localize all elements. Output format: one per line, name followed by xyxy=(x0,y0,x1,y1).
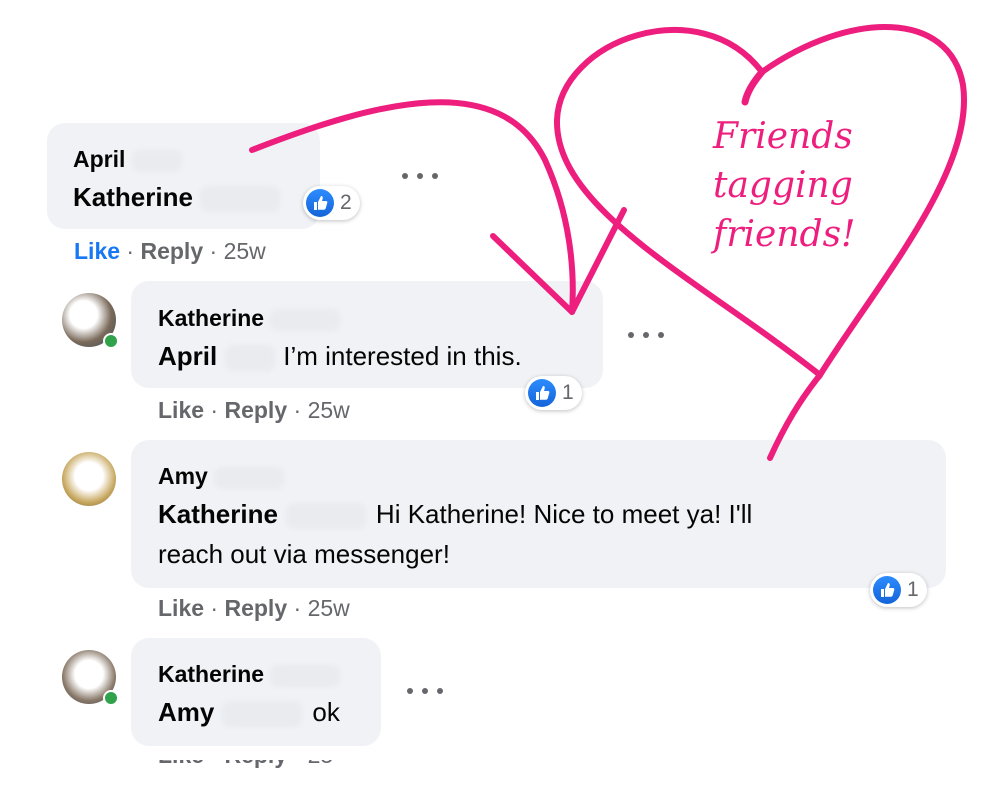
comment-text: April I’m interested in this. xyxy=(158,341,522,372)
comment-actions: Like · Reply · 25w xyxy=(74,238,266,264)
comment-text: Amy ok xyxy=(158,697,340,728)
more-options-button[interactable] xyxy=(402,166,438,186)
like-thumb-icon xyxy=(873,576,901,604)
more-options-button[interactable] xyxy=(628,325,664,345)
online-status-badge xyxy=(103,333,119,349)
mention-link[interactable]: Katherine xyxy=(73,182,193,212)
comment-author[interactable]: Katherine xyxy=(158,305,341,332)
annotation-line-2: tagging xyxy=(713,165,853,206)
mention-link[interactable]: Katherine xyxy=(158,499,278,529)
timestamp[interactable]: 25w xyxy=(224,238,266,264)
comment-author[interactable]: Katherine xyxy=(158,661,341,688)
like-button[interactable]: Like xyxy=(74,238,120,264)
like-thumb-icon xyxy=(528,379,556,407)
reply-button[interactable]: Reply xyxy=(224,760,287,768)
more-options-button[interactable] xyxy=(407,681,443,701)
timestamp[interactable]: 25w xyxy=(308,397,350,423)
comment-author[interactable]: April xyxy=(73,146,182,173)
comment-text: Katherine xyxy=(73,177,281,217)
like-button[interactable]: Like xyxy=(158,595,204,621)
reply-button[interactable]: Reply xyxy=(140,238,203,264)
like-button[interactable]: Like xyxy=(158,760,204,768)
reaction-count[interactable]: 1 xyxy=(870,573,927,607)
comment-text-line2: reach out via messenger! xyxy=(158,539,450,569)
annotation-line-3: friends! xyxy=(710,214,856,255)
reply-button[interactable]: Reply xyxy=(224,397,287,423)
reaction-count[interactable]: 1 xyxy=(525,376,582,410)
reaction-count[interactable]: 2 xyxy=(303,186,360,220)
like-thumb-icon xyxy=(306,189,334,217)
heart-outline xyxy=(553,24,968,380)
comment-actions: Like · Reply · 25w xyxy=(158,595,350,621)
mention-link[interactable]: April xyxy=(158,341,217,371)
annotation-line-1: Friends xyxy=(712,116,853,157)
like-button[interactable]: Like xyxy=(158,397,204,423)
timestamp[interactable]: 25w xyxy=(308,595,350,621)
comment-author[interactable]: Amy xyxy=(158,463,285,490)
timestamp[interactable]: 25 xyxy=(308,760,334,768)
comment-actions: Like · Reply · 25w xyxy=(158,397,350,423)
reply-button[interactable]: Reply xyxy=(224,595,287,621)
avatar[interactable] xyxy=(62,452,116,506)
online-status-badge xyxy=(103,690,119,706)
heart-inner-stroke xyxy=(741,68,766,106)
comment-actions-clipped: Like · Reply · 25 xyxy=(158,760,358,770)
comment-text: Katherine Hi Katherine! Nice to meet ya! … xyxy=(158,499,753,530)
mention-link[interactable]: Amy xyxy=(158,697,214,727)
